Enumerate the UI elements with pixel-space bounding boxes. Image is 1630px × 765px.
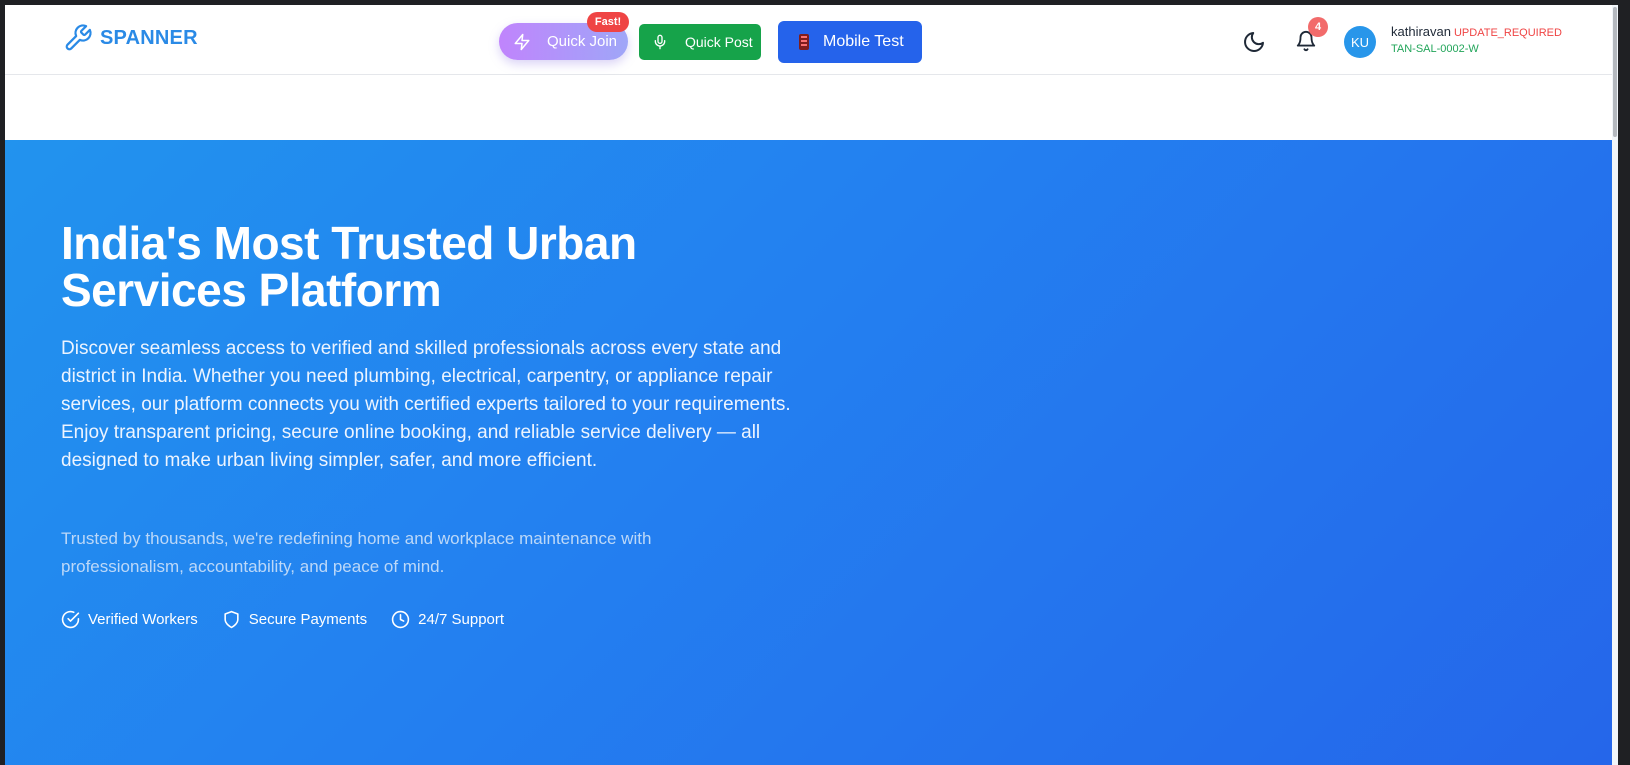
hero-description: Discover seamless access to verified and… [61,338,791,471]
quick-join-label: Quick Join [547,33,618,50]
notification-count-badge: 4 [1308,17,1328,37]
user-id: TAN-SAL-0002-W [1391,43,1479,55]
microphone-icon [654,34,666,50]
mobile-test-button[interactable]: Mobile Test [778,21,922,63]
clock-icon [391,610,410,629]
page-scrollbar[interactable] [1612,5,1618,765]
scrollbar-thumb[interactable] [1613,7,1617,137]
check-circle-icon [61,610,80,629]
hero-title: India's Most Trusted Urban Services Plat… [61,217,637,316]
feature-verified-workers: Verified Workers [61,610,198,629]
top-navbar: SPANNER Quick Join Fast! Quick Post Mobi… [5,5,1618,75]
brand-name: SPANNER [100,26,198,49]
quick-post-label: Quick Post [685,34,753,50]
app-window: SPANNER Quick Join Fast! Quick Post Mobi… [5,5,1618,765]
quick-post-button[interactable]: Quick Post [639,24,761,60]
mobile-phone-icon [799,34,809,50]
zap-icon [514,33,530,50]
feature-label: Verified Workers [88,611,198,628]
feature-list: Verified Workers Secure Payments 24/7 Su… [61,610,528,629]
header-spacer [5,76,1618,140]
brand-logo[interactable]: SPANNER [63,23,198,53]
wrench-icon [65,24,92,51]
fast-badge: Fast! [587,12,629,32]
moon-icon[interactable] [1242,30,1266,54]
feature-label: 24/7 Support [418,611,505,628]
hero-subtext: Trusted by thousands, we're redefining h… [61,529,652,576]
feature-support: 24/7 Support [391,610,504,629]
avatar[interactable]: KU [1344,26,1376,58]
hero-section: India's Most Trusted Urban Services Plat… [5,140,1612,765]
user-status: UPDATE_REQUIRED [1453,27,1562,39]
feature-label: Secure Payments [248,611,368,628]
user-info[interactable]: kathiravan UPDATE_REQUIRED TAN-SAL-0002-W [1391,24,1562,57]
mobile-test-label: Mobile Test [823,33,904,50]
shield-icon [224,610,239,629]
user-name: kathiravan [1391,24,1451,39]
feature-secure-payments: Secure Payments [222,610,367,629]
